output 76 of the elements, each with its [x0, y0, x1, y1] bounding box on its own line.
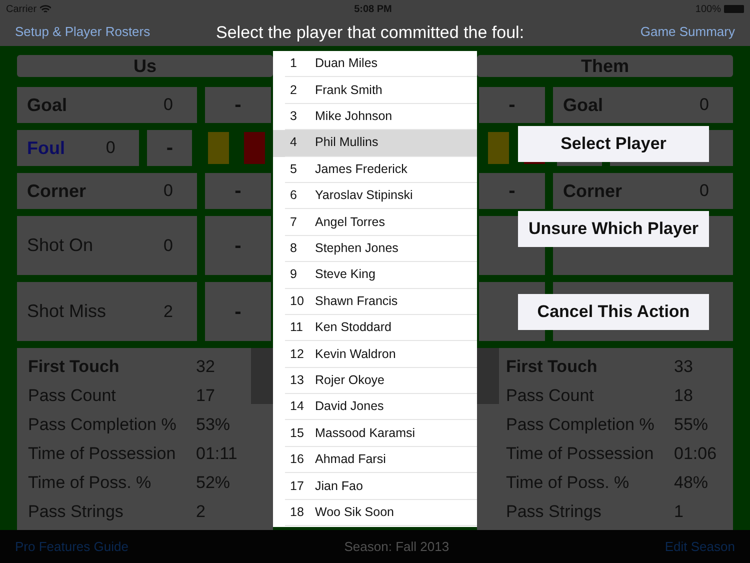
player-number: 17 [289, 478, 305, 495]
player-name: Frank Smith [315, 82, 382, 99]
counter-label: Corner [27, 180, 86, 202]
stat-value: 1 [674, 500, 684, 523]
stat-label: Pass Count [28, 384, 117, 407]
stat-value: 33 [674, 356, 693, 378]
player-name: Mike Johnson [315, 108, 392, 126]
player-number: 7 [289, 214, 298, 231]
counter-value: 0 [164, 180, 174, 202]
counter-value: 0 [700, 94, 710, 116]
stat-value: 52% [196, 472, 230, 494]
team-header: Them [477, 55, 733, 77]
player-name: Jian Fao [315, 478, 363, 495]
counter-label: Foul [27, 136, 65, 160]
counter-value: 0 [106, 137, 116, 160]
player-number: 2 [289, 82, 298, 99]
player-name: Kevin Waldron [315, 346, 396, 363]
player-name: Rojer Okoye [315, 372, 384, 389]
player-number: 12 [289, 346, 305, 363]
counter-label: Goal [563, 94, 604, 116]
stat-value: 01:06 [674, 442, 717, 465]
stat-label: Pass Completion % [506, 414, 656, 436]
counter-value: 0 [164, 94, 174, 116]
stat-label: Pass Strings [506, 500, 602, 523]
player-name: Ken Stoddard [315, 319, 392, 336]
stat-label: Time of Poss. % [28, 472, 152, 494]
stat-label: Pass Count [506, 384, 595, 407]
player-number: 10 [289, 292, 305, 310]
player-name: Duan Miles [315, 55, 378, 72]
counter-label: Corner [563, 180, 622, 202]
stat-label: First Touch [28, 356, 120, 378]
stat-value: 55% [674, 414, 708, 436]
player-number: 1 [289, 55, 298, 72]
counter-label: Goal [27, 94, 68, 116]
player-name: Steve King [315, 266, 376, 284]
counter-label: Shot Miss [27, 300, 106, 323]
player-number: 16 [289, 451, 305, 468]
player-number: 8 [289, 240, 298, 258]
stat-value: 18 [674, 384, 693, 407]
stat-value: 17 [196, 384, 215, 407]
stat-value: 32 [196, 356, 215, 378]
team-header: Us [17, 55, 273, 77]
player-number: 6 [289, 187, 298, 204]
player-number: 3 [289, 108, 298, 126]
stat-label: Time of Possession [506, 442, 655, 465]
player-number: 4 [289, 134, 298, 152]
player-name: James Frederick [315, 160, 408, 178]
stat-value: 53% [196, 414, 230, 436]
dialog-title: Select the player that committed the foul: [216, 22, 524, 44]
player-number: 15 [289, 424, 305, 442]
player-name: Massood Karamsi [315, 424, 416, 442]
player-name: David Jones [315, 398, 384, 416]
player-name: Woo Sik Soon [315, 504, 394, 521]
stat-label: Time of Poss. % [506, 472, 630, 494]
player-number: 18 [289, 504, 305, 521]
player-number: 9 [289, 266, 298, 284]
player-name: Phil Mullins [315, 134, 378, 152]
player-name: Ahmad Farsi [315, 451, 386, 468]
player-number: 14 [289, 398, 305, 416]
stat-label: Pass Completion % [28, 414, 178, 436]
player-name: Shawn Francis [315, 292, 398, 310]
counter-value: 0 [700, 180, 710, 202]
counter-label: Shot On [27, 234, 94, 257]
stat-value: 48% [674, 472, 708, 494]
player-name: Stephen Jones [315, 240, 398, 258]
counter-value: 0 [164, 234, 174, 257]
season-label: Season: Fall 2013 [344, 538, 450, 556]
stat-label: Pass Strings [28, 500, 124, 523]
stat-label: First Touch [506, 356, 598, 378]
stat-label: Time of Possession [28, 442, 177, 465]
player-name: Yaroslav Stipinski [315, 187, 413, 204]
player-number: 11 [289, 319, 304, 336]
stat-value: 01:11 [196, 442, 238, 465]
player-name: Angel Torres [315, 214, 385, 231]
player-number: 13 [289, 372, 305, 389]
player-number: 5 [289, 160, 298, 178]
